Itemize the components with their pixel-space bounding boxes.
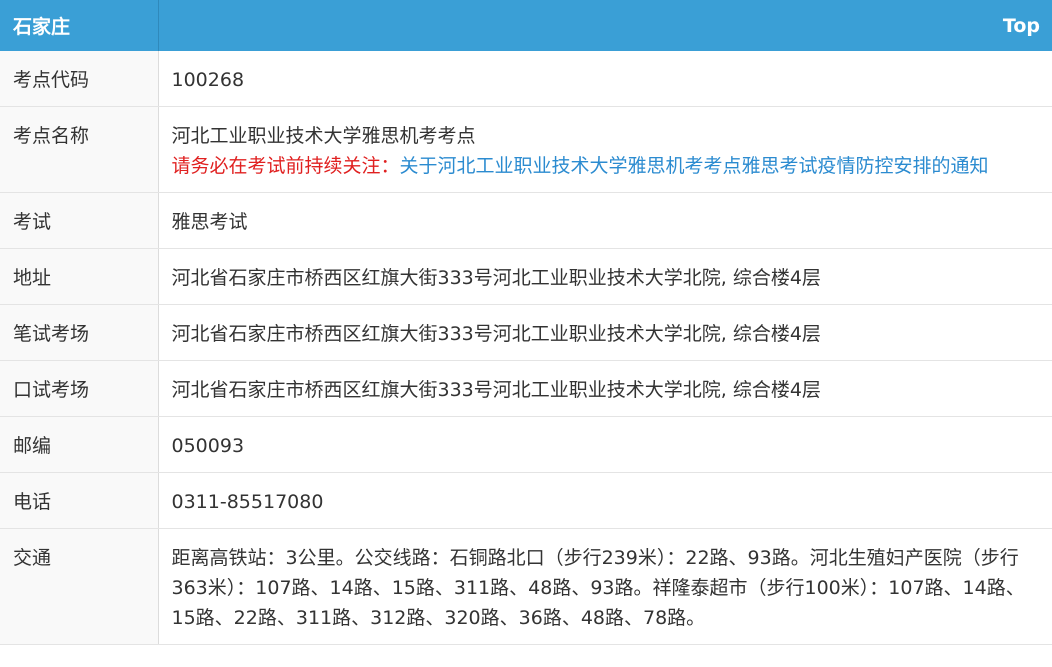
table-row: 口试考场 河北省石家庄市桥西区红旗大街333号河北工业职业技术大学北院, 综合楼…	[0, 360, 1052, 417]
row-label-oral: 口试考场	[0, 360, 159, 417]
notice-link[interactable]: 关于河北工业职业技术大学雅思机考考点雅思考试疫情防控安排的通知	[400, 155, 989, 177]
table-row: 考点代码 100268	[0, 51, 1052, 107]
row-value-phone: 0311-85517080	[158, 472, 1052, 529]
top-cell: Top	[158, 0, 1052, 51]
table-row: 交通 距离高铁站：3公里。公交线路：石铜路北口（步行239米）：22路、93路。…	[0, 528, 1052, 645]
row-label-transport: 交通	[0, 528, 159, 645]
row-label-name: 考点名称	[0, 106, 159, 193]
table-row: 考试 雅思考试	[0, 192, 1052, 249]
row-value-postcode: 050093	[158, 416, 1052, 473]
row-value-name-cell: 河北工业职业技术大学雅思机考考点 请务必在考试前持续关注：关于河北工业职业技术大…	[158, 106, 1052, 193]
notice-prefix: 请务必在考试前持续关注：	[171, 155, 400, 177]
notice-line: 请务必在考试前持续关注：关于河北工业职业技术大学雅思机考考点雅思考试疫情防控安排…	[172, 151, 1041, 181]
city-heading: 石家庄	[0, 0, 159, 51]
row-label-exam: 考试	[0, 192, 159, 249]
row-label-code: 考点代码	[0, 51, 159, 107]
table-row: 笔试考场 河北省石家庄市桥西区红旗大街333号河北工业职业技术大学北院, 综合楼…	[0, 304, 1052, 361]
test-center-table: 石家庄 Top 考点代码 100268 考点名称 河北工业职业技术大学雅思机考考…	[0, 0, 1052, 645]
row-label-address: 地址	[0, 248, 159, 305]
row-label-phone: 电话	[0, 472, 159, 529]
table-row: 邮编 050093	[0, 416, 1052, 473]
row-value-address: 河北省石家庄市桥西区红旗大街333号河北工业职业技术大学北院, 综合楼4层	[158, 248, 1052, 305]
row-value-written: 河北省石家庄市桥西区红旗大街333号河北工业职业技术大学北院, 综合楼4层	[158, 304, 1052, 361]
row-label-postcode: 邮编	[0, 416, 159, 473]
table-row: 地址 河北省石家庄市桥西区红旗大街333号河北工业职业技术大学北院, 综合楼4层	[0, 248, 1052, 305]
row-value-transport: 距离高铁站：3公里。公交线路：石铜路北口（步行239米）：22路、93路。河北生…	[158, 528, 1052, 645]
table-row: 考点名称 河北工业职业技术大学雅思机考考点 请务必在考试前持续关注：关于河北工业…	[0, 106, 1052, 193]
row-value-code: 100268	[158, 51, 1052, 107]
row-value-oral: 河北省石家庄市桥西区红旗大街333号河北工业职业技术大学北院, 综合楼4层	[158, 360, 1052, 417]
table-row: 电话 0311-85517080	[0, 472, 1052, 529]
table-header-row: 石家庄 Top	[0, 0, 1052, 51]
top-link[interactable]: Top	[1003, 15, 1040, 37]
test-center-name: 河北工业职业技术大学雅思机考考点	[171, 125, 476, 147]
row-label-written: 笔试考场	[0, 304, 159, 361]
row-value-exam: 雅思考试	[158, 192, 1052, 249]
